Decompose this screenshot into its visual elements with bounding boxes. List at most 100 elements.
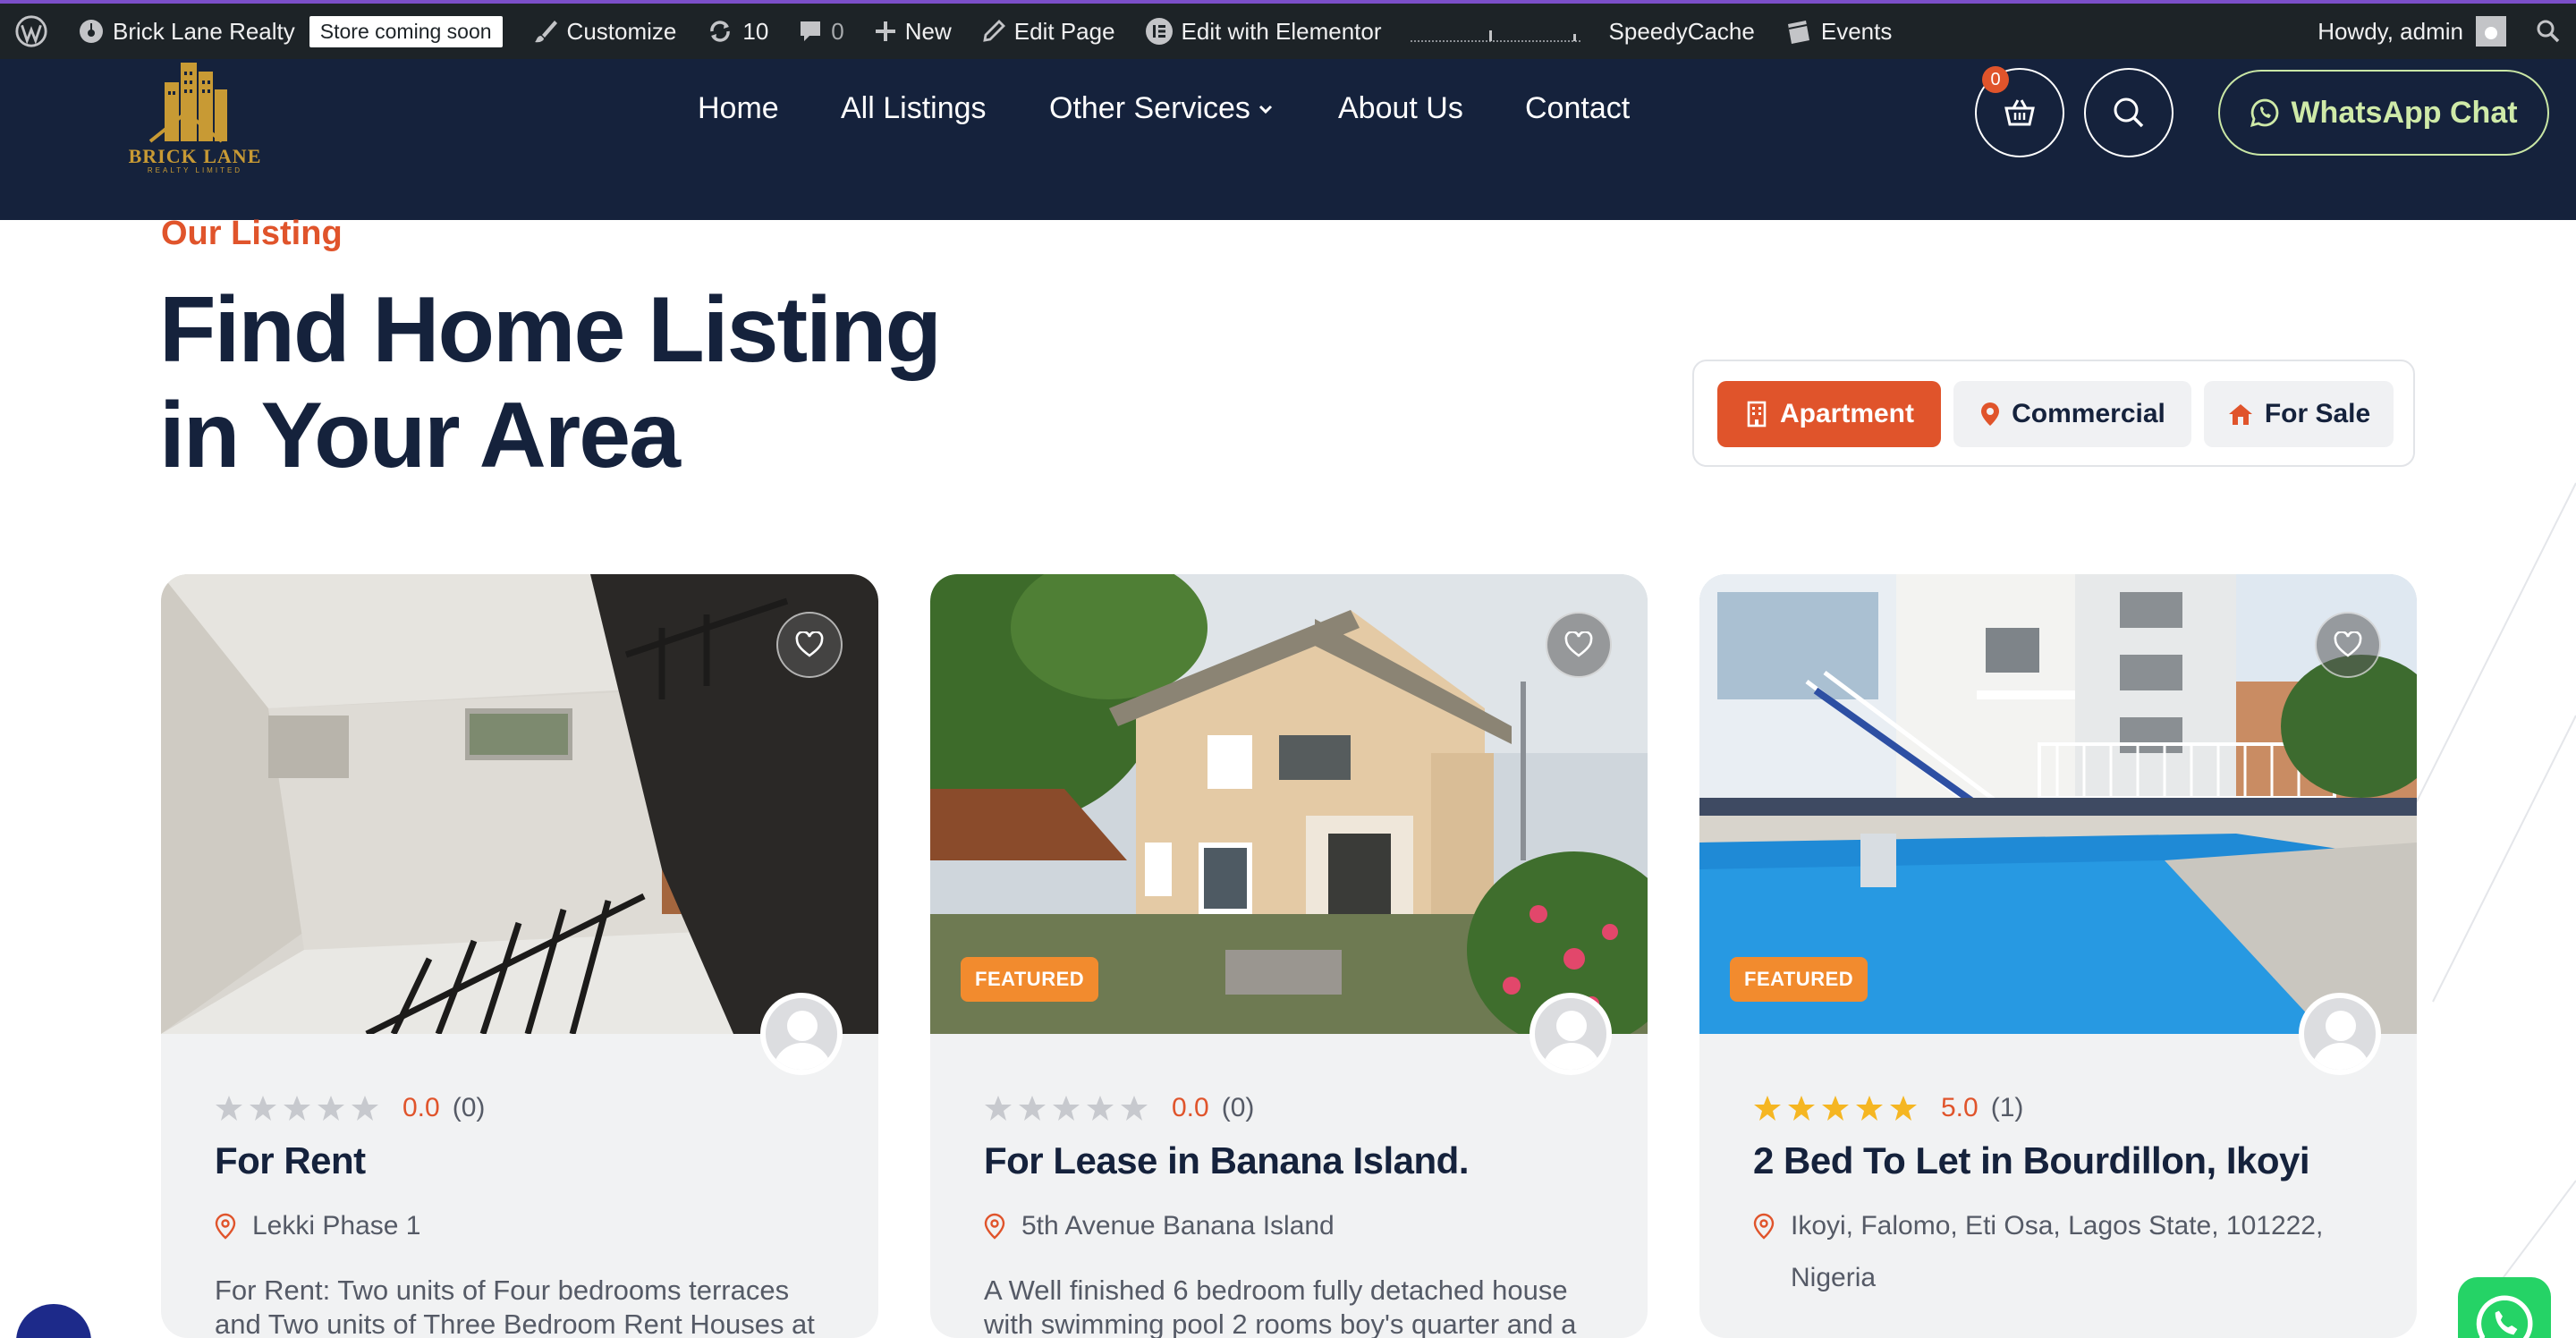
comments-link[interactable]: 0 [783,4,858,59]
page-title-line-1: Find Home Listing [159,278,942,382]
whatsapp-chat-button[interactable]: WhatsApp Chat [2218,70,2549,156]
featured-badge: FEATURED [1730,957,1868,1002]
sparkline-icon [1410,30,1580,42]
events-link[interactable]: Events [1769,4,1907,59]
favorite-button[interactable] [1546,612,1612,678]
map-pin-icon [1981,402,2000,426]
page-title: Find Home Listing in Your Area [159,277,1054,488]
nav-other-services[interactable]: Other Services [1049,91,1274,126]
site-name-menu[interactable]: Brick Lane Realty Store coming soon [63,4,517,59]
location-pin-icon [984,1213,1005,1240]
site-name: Brick Lane Realty [113,17,295,45]
location-pin-icon [1753,1213,1775,1240]
listing-title[interactable]: For Lease in Banana Island. [984,1139,1470,1182]
speedycache-label: SpeedyCache [1608,17,1755,45]
decorative-lines [2397,482,2576,1289]
accessibility-widget-button[interactable] [16,1304,91,1338]
nav-contact[interactable]: Contact [1525,91,1630,126]
agent-avatar[interactable] [760,993,843,1075]
building-icon [1747,401,1767,428]
listing-location: 5th Avenue Banana Island [984,1200,1335,1252]
location-line-2: Nigeria [1791,1263,1877,1292]
listing-photo[interactable] [161,574,878,1034]
rating-stars-icon [985,1096,1148,1121]
listing-location: Lekki Phase 1 [215,1200,420,1252]
updates-link[interactable]: 10 [691,4,783,59]
logo-subtext: REALTY LIMITED [147,166,243,174]
heart-icon [2334,631,2362,657]
nav-other-services-label: Other Services [1049,91,1250,125]
customize-link[interactable]: Customize [517,4,691,59]
listing-card[interactable]: FEATURED 0.0 (0) For Lease in Banana Isl… [930,574,1648,1338]
store-status-badge: Store coming soon [309,15,503,47]
nav-home[interactable]: Home [698,91,779,126]
comment-icon [801,21,821,41]
listing-description: For Rent: Two units of Four bedrooms ter… [215,1274,815,1338]
heart-icon [1564,631,1593,657]
whatsapp-icon [2476,1295,2533,1338]
customize-label: Customize [566,17,677,45]
rating: 0.0 (0) [215,1093,485,1123]
my-account-menu[interactable]: Howdy, admin [2303,4,2521,59]
edit-page-label: Edit Page [1013,17,1115,45]
listing-title[interactable]: 2 Bed To Let in Bourdillon, Ikoyi [1753,1139,2310,1182]
admin-avatar [2476,16,2506,47]
admin-search-icon[interactable] [2521,4,2576,59]
page-title-line-2: in Your Area [159,384,681,487]
filter-for-sale[interactable]: For Sale [2204,381,2394,447]
rating-stars-icon [1754,1096,1917,1121]
agent-avatar[interactable] [2299,993,2381,1075]
rating-count: (1) [1990,1093,2024,1122]
filter-apartment[interactable]: Apartment [1717,381,1941,447]
edit-with-elementor-link[interactable]: Edit with Elementor [1130,4,1396,59]
refresh-icon [710,21,731,42]
listing-title[interactable]: For Rent [215,1139,366,1182]
events-label: Events [1820,17,1893,45]
comments-count: 0 [831,17,844,45]
cart-button[interactable]: 0 [1975,66,2064,157]
elementor-icon [1145,18,1173,45]
nav-all-listings[interactable]: All Listings [841,91,987,126]
pencil-icon [983,20,1005,42]
filter-apartment-label: Apartment [1779,399,1914,428]
rating-count: (0) [452,1093,486,1122]
activity-sparkline[interactable] [1396,4,1595,59]
listing-card[interactable]: FEATURED 5.0 (1) 2 Bed To Let in Bourdil… [1699,574,2417,1338]
edit-elementor-label: Edit with Elementor [1181,17,1382,45]
new-content-link[interactable]: New [859,4,966,59]
favorite-button[interactable] [2315,612,2381,678]
calendar-icon [1787,21,1809,44]
rating-score: 5.0 [1941,1093,1979,1122]
speedycache-link[interactable]: SpeedyCache [1595,4,1769,59]
brush-icon [534,21,557,43]
whatsapp-float-button[interactable] [2458,1277,2551,1338]
rating: 0.0 (0) [984,1093,1254,1123]
rating-stars-icon [216,1096,378,1121]
agent-avatar[interactable] [1530,993,1612,1075]
logo-wordmark: BRICK LANE [128,145,262,167]
chevron-down-icon [1258,105,1272,114]
listing-description: A Well finished 6 bedroom fully detached… [984,1274,1577,1338]
listing-card[interactable]: 0.0 (0) For Rent Lekki Phase 1 For Rent:… [161,574,878,1338]
plus-icon [875,21,895,41]
favorite-button[interactable] [776,612,843,678]
listing-location: Ikoyi, Falomo, Eti Osa, Lagos State, 101… [1753,1200,2323,1304]
location-pin-icon [215,1213,236,1240]
dashboard-icon [80,20,103,43]
cart-count-badge: 0 [1982,66,2009,93]
rating-score: 0.0 [1172,1093,1209,1122]
heart-icon [795,631,824,657]
section-eyebrow: Our Listing [161,215,343,252]
whatsapp-chat-label: WhatsApp Chat [2291,95,2518,130]
filter-commercial[interactable]: Commercial [1953,381,2191,447]
edit-page-link[interactable]: Edit Page [966,4,1130,59]
location-line-1: Lekki Phase 1 [252,1211,421,1241]
search-icon [2114,97,2144,128]
wordpress-logo-icon[interactable] [0,4,63,59]
site-header: BRICK LANE REALTY LIMITED Home All Listi… [0,59,2576,220]
featured-badge: FEATURED [961,957,1099,1002]
search-button[interactable] [2084,68,2174,157]
location-line-1: 5th Avenue Banana Island [1021,1211,1335,1241]
nav-about-us[interactable]: About Us [1338,91,1463,126]
listing-filter-tabs: Apartment Commercial For Sale [1692,360,2415,467]
